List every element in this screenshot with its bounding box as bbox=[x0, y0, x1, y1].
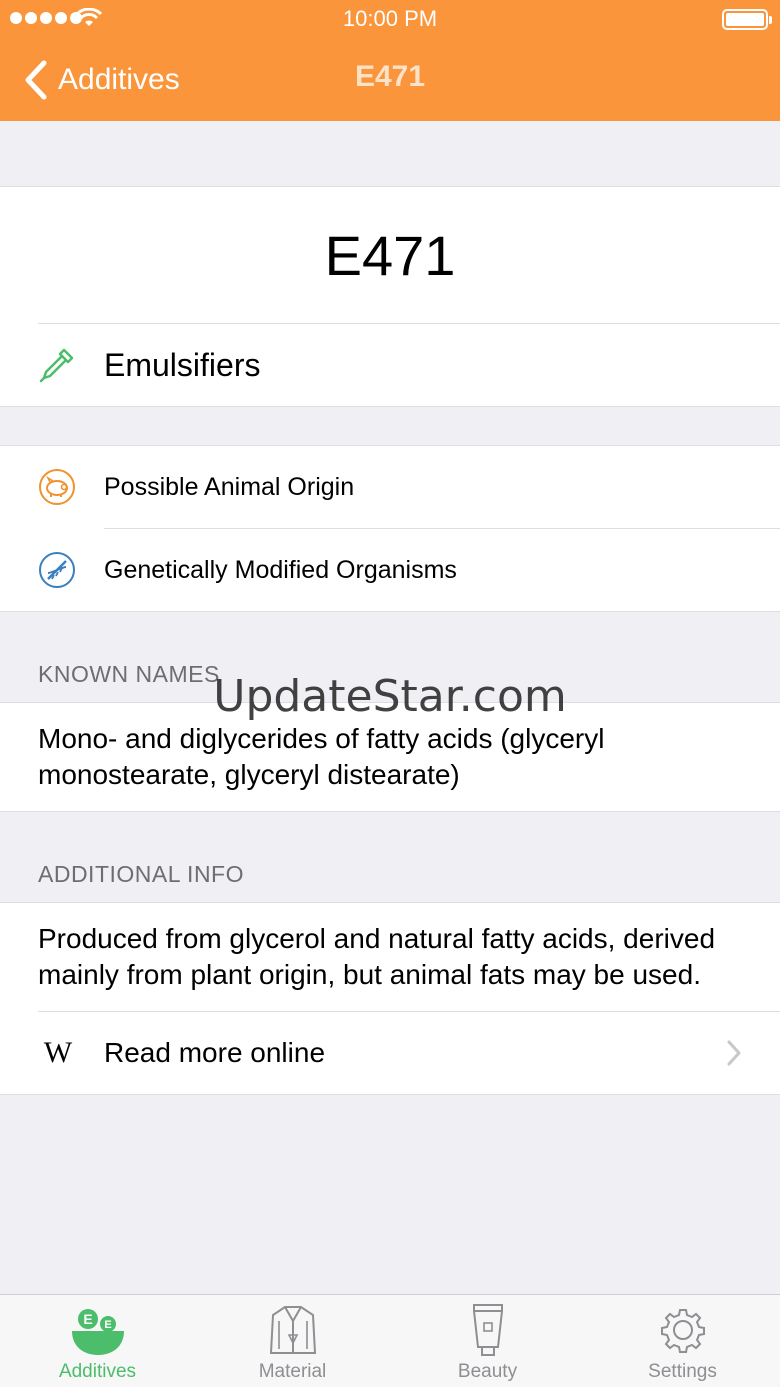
tab-material[interactable]: Material bbox=[195, 1295, 390, 1387]
status-bar: 10:00 PM bbox=[0, 0, 780, 40]
additional-info-text: Produced from glycerol and natural fatty… bbox=[38, 923, 716, 990]
tab-additives[interactable]: E E Additives bbox=[0, 1295, 195, 1387]
gear-icon bbox=[660, 1309, 705, 1353]
flag-label-gmo: Genetically Modified Organisms bbox=[104, 555, 457, 584]
tab-label-beauty: Beauty bbox=[457, 1361, 518, 1382]
chevron-right-icon bbox=[727, 1040, 741, 1066]
read-more-row[interactable]: W Read more online bbox=[0, 1012, 780, 1094]
svg-text:E: E bbox=[83, 1311, 92, 1327]
flag-row-animal: Possible Animal Origin bbox=[0, 446, 780, 528]
read-more-label: Read more online bbox=[104, 1037, 326, 1068]
additive-code: E471 bbox=[324, 223, 456, 287]
additional-info-header: ADDITIONAL INFO bbox=[38, 861, 244, 887]
tab-label-additives: Additives bbox=[58, 1361, 137, 1382]
pig-icon bbox=[38, 468, 76, 506]
additives-bowl-icon: E E bbox=[71, 1309, 124, 1355]
wikipedia-icon-text: W bbox=[43, 1036, 72, 1069]
tab-beauty[interactable]: Beauty bbox=[390, 1295, 585, 1387]
dropper-icon bbox=[38, 346, 76, 384]
tab-bar: E E Additives Material Beauty Settings bbox=[0, 1294, 780, 1387]
tab-label-settings: Settings bbox=[648, 1361, 717, 1382]
tab-settings[interactable]: Settings bbox=[585, 1295, 780, 1387]
additive-card: E471 Emulsifiers bbox=[0, 186, 780, 407]
watermark: UpdateStar.com bbox=[213, 671, 567, 722]
jacket-icon bbox=[269, 1306, 316, 1354]
flags-card: Possible Animal Origin Genetically Modif… bbox=[0, 445, 780, 612]
additional-info-card: Produced from glycerol and natural fatty… bbox=[0, 902, 780, 1095]
flag-label-animal: Possible Animal Origin bbox=[104, 472, 355, 501]
battery-icon bbox=[722, 9, 772, 30]
detail-content: E471 Emulsifiers Possible Animal Origin … bbox=[0, 121, 780, 1095]
navigation-bar: 10:00 PM Additives E471 bbox=[0, 0, 780, 121]
wikipedia-icon: W bbox=[38, 1034, 76, 1072]
dna-icon bbox=[38, 551, 76, 589]
flag-row-gmo: Genetically Modified Organisms bbox=[0, 529, 780, 611]
category-label: Emulsifiers bbox=[104, 346, 261, 383]
status-time: 10:00 PM bbox=[342, 6, 438, 31]
cream-tube-icon bbox=[472, 1304, 503, 1356]
page-title: E471 bbox=[354, 60, 426, 93]
svg-text:E: E bbox=[104, 1319, 111, 1331]
tab-label-material: Material bbox=[258, 1361, 327, 1382]
category-row: Emulsifiers bbox=[0, 324, 780, 406]
